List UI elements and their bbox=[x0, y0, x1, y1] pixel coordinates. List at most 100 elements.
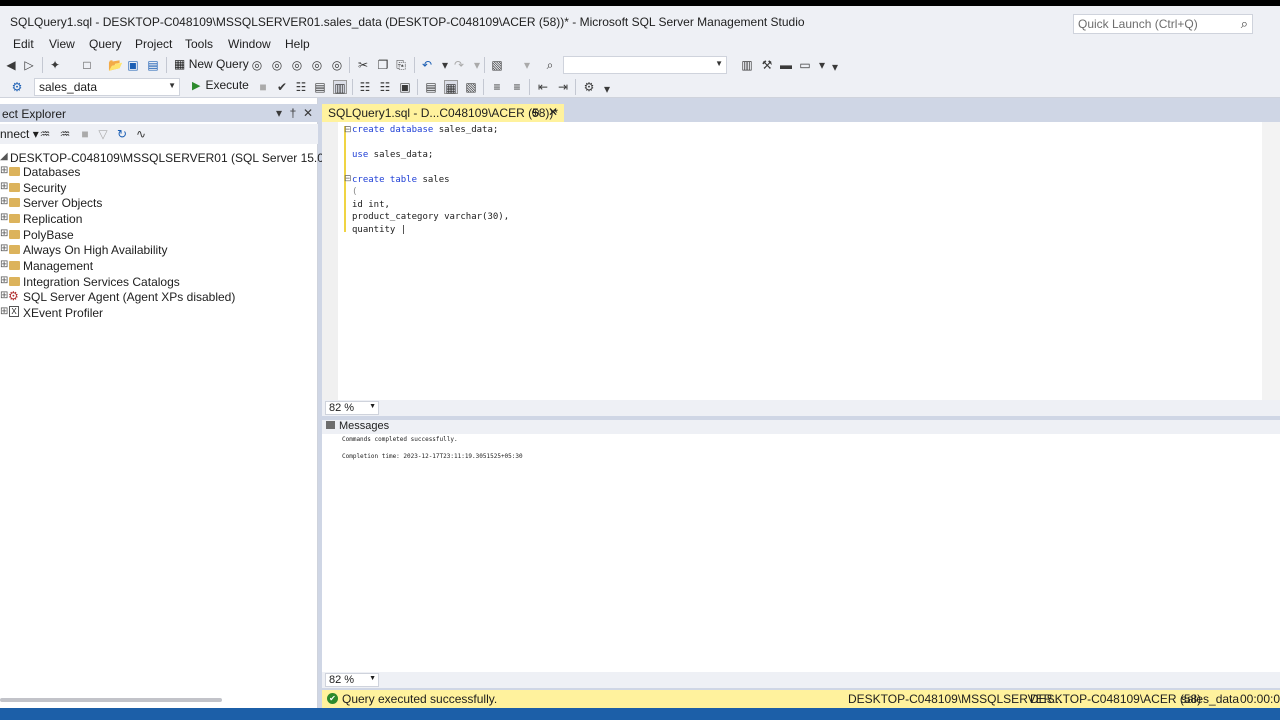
analysis-mdx-query-icon[interactable]: ◎ bbox=[270, 58, 284, 72]
tree-item-server-objects[interactable]: ⊞ Server Objects bbox=[0, 195, 318, 211]
find-in-files-icon[interactable]: ⌕ bbox=[543, 58, 557, 72]
paste-icon[interactable]: ⎘ bbox=[394, 58, 408, 72]
collapse-icon[interactable]: ◢ bbox=[0, 151, 8, 162]
code-editor[interactable]: ⊟ ⊟ create database sales_data; use sale… bbox=[322, 122, 1280, 400]
tree-item-databases[interactable]: ⊞ Databases bbox=[0, 164, 318, 180]
forward-icon[interactable]: ▷ bbox=[22, 58, 36, 72]
decrease-indent-icon[interactable]: ⇤ bbox=[536, 80, 550, 94]
undo-dropdown-icon[interactable]: ▾ bbox=[438, 58, 452, 72]
layout-dropdown-icon[interactable]: ▾ bbox=[815, 58, 829, 72]
tree-item-always-on[interactable]: ⊞ Always On High Availability bbox=[0, 242, 318, 258]
tree-item-replication[interactable]: ⊞ Replication bbox=[0, 211, 318, 227]
db-engine-query-icon[interactable]: ◎ bbox=[250, 58, 264, 72]
stop-icon[interactable]: ■ bbox=[256, 80, 270, 94]
results-to-icon[interactable]: ▥ bbox=[333, 80, 347, 95]
customize-toolbar-icon[interactable]: ▾ bbox=[600, 82, 614, 96]
menu-edit[interactable]: Edit bbox=[13, 37, 34, 51]
expand-icon[interactable]: ⊞ bbox=[0, 275, 8, 286]
redo-dropdown-icon[interactable]: ▾ bbox=[470, 58, 484, 72]
window-layout-icon[interactable]: ▭ bbox=[798, 58, 812, 72]
analysis-xmla-query-icon[interactable]: ◎ bbox=[310, 58, 324, 72]
toolbar-dropdown-icon[interactable]: ▾ bbox=[520, 58, 534, 72]
chevron-down-icon[interactable]: ▼ bbox=[715, 59, 723, 68]
add-item-icon[interactable]: □ bbox=[80, 58, 94, 72]
comment-lines-icon[interactable]: ≡ bbox=[490, 80, 504, 94]
pin-icon[interactable]: † bbox=[286, 106, 300, 120]
save-all-icon[interactable]: ▤ bbox=[146, 58, 160, 72]
sql-icon[interactable]: ▥ bbox=[740, 58, 754, 72]
solution-explorer-icon[interactable]: ▧ bbox=[490, 58, 504, 72]
connect-icon[interactable]: ⚙ bbox=[10, 80, 24, 94]
database-select[interactable]: sales_data ▼ bbox=[34, 78, 180, 96]
new-query-button[interactable]: ▦ New Query bbox=[174, 57, 249, 71]
connect-plug-icon[interactable]: ♒ bbox=[38, 127, 52, 141]
expand-icon[interactable]: ⊞ bbox=[0, 181, 8, 192]
quick-launch-input[interactable]: Quick Launch (Ctrl+Q) ⌕ bbox=[1073, 14, 1253, 34]
refresh-icon[interactable]: ↻ bbox=[115, 127, 129, 141]
menu-window[interactable]: Window bbox=[228, 37, 271, 51]
connect-dropdown[interactable]: nnect ▾ bbox=[0, 127, 39, 141]
tab-sqlquery1[interactable]: SQLQuery1.sql - D...C048109\ACER (58))* … bbox=[322, 104, 564, 122]
menu-tools[interactable]: Tools bbox=[185, 37, 213, 51]
increase-indent-icon[interactable]: ⇥ bbox=[556, 80, 570, 94]
menu-view[interactable]: View bbox=[49, 37, 75, 51]
tab-messages[interactable]: Messages bbox=[326, 420, 389, 434]
vertical-scrollbar[interactable] bbox=[1262, 122, 1280, 400]
horizontal-scrollbar[interactable] bbox=[0, 698, 222, 702]
specify-template-values-icon[interactable]: ⚙ bbox=[582, 80, 596, 94]
back-icon[interactable]: ◀ bbox=[4, 58, 18, 72]
tree-item-management[interactable]: ⊞ Management bbox=[0, 258, 318, 274]
activity-monitor-icon[interactable]: ∿ bbox=[134, 127, 148, 141]
collapse-icon[interactable]: ⊟ bbox=[344, 124, 352, 135]
tree-item-security[interactable]: ⊞ Security bbox=[0, 180, 318, 196]
customize-toolbar-icon[interactable]: ▾ bbox=[828, 60, 842, 74]
tree-item-sql-agent[interactable]: ⊞ ⚙ SQL Server Agent (Agent XPs disabled) bbox=[0, 289, 318, 305]
results-to-file-icon[interactable]: ▧ bbox=[464, 80, 478, 94]
toolbox-icon[interactable]: ▬ bbox=[779, 58, 793, 72]
chevron-down-icon[interactable]: ▼ bbox=[168, 81, 176, 90]
expand-icon[interactable]: ⊞ bbox=[0, 306, 8, 317]
undo-icon[interactable]: ↶ bbox=[420, 58, 434, 72]
copy-icon[interactable]: ❐ bbox=[376, 58, 390, 72]
cut-icon[interactable]: ✂ bbox=[356, 58, 370, 72]
menu-query[interactable]: Query bbox=[89, 37, 122, 51]
analysis-dax-query-icon[interactable]: ◎ bbox=[330, 58, 344, 72]
execute-button[interactable]: ▶ Execute bbox=[192, 78, 249, 92]
expand-icon[interactable]: ⊞ bbox=[0, 212, 8, 223]
redo-icon[interactable]: ↷ bbox=[452, 58, 466, 72]
client-stats-icon[interactable]: ▣ bbox=[398, 80, 412, 94]
close-icon[interactable]: ✕ bbox=[548, 105, 558, 119]
panel-menu-icon[interactable]: ▾ bbox=[272, 106, 286, 120]
expand-icon[interactable]: ⊞ bbox=[0, 165, 8, 176]
properties-wrench-icon[interactable]: ⚒ bbox=[760, 58, 774, 72]
query-designer-icon[interactable]: ▤ bbox=[313, 80, 327, 94]
display-plan-icon[interactable]: ☷ bbox=[294, 80, 308, 94]
results-to-text-icon[interactable]: ▤ bbox=[424, 80, 438, 94]
find-combo[interactable]: ▼ bbox=[563, 56, 727, 74]
save-icon[interactable]: ▣ bbox=[126, 58, 140, 72]
new-project-icon[interactable]: ✦ bbox=[48, 58, 62, 72]
chevron-down-icon[interactable]: ▼ bbox=[369, 675, 376, 682]
close-icon[interactable]: ✕ bbox=[301, 106, 315, 120]
tree-item-integration-services[interactable]: ⊞ Integration Services Catalogs bbox=[0, 274, 318, 290]
include-plan-icon[interactable]: ☷ bbox=[358, 80, 372, 94]
expand-icon[interactable]: ⊞ bbox=[0, 243, 8, 254]
pin-icon[interactable]: ⊕ bbox=[531, 106, 540, 119]
expand-icon[interactable]: ⊞ bbox=[0, 259, 8, 270]
parse-checkmark-icon[interactable]: ✔ bbox=[275, 80, 289, 94]
analysis-dmx-query-icon[interactable]: ◎ bbox=[290, 58, 304, 72]
expand-icon[interactable]: ⊞ bbox=[0, 196, 8, 207]
uncomment-lines-icon[interactable]: ≡ bbox=[510, 80, 524, 94]
disconnect-icon[interactable]: ♒ bbox=[58, 127, 72, 141]
live-stats-icon[interactable]: ☷ bbox=[378, 80, 392, 94]
collapse-icon[interactable]: ⊟ bbox=[344, 173, 352, 184]
menu-project[interactable]: Project bbox=[135, 37, 172, 51]
tree-item-xevent-profiler[interactable]: ⊞ X XEvent Profiler bbox=[0, 305, 318, 321]
editor-zoom-select[interactable]: 82 % ▼ bbox=[325, 401, 379, 415]
expand-icon[interactable]: ⊞ bbox=[0, 228, 8, 239]
open-file-icon[interactable]: 📂 bbox=[108, 58, 123, 72]
results-zoom-select[interactable]: 82 % ▼ bbox=[325, 673, 379, 687]
menu-help[interactable]: Help bbox=[285, 37, 310, 51]
stop-icon[interactable]: ■ bbox=[78, 127, 92, 141]
tree-item-polybase[interactable]: ⊞ PolyBase bbox=[0, 227, 318, 243]
